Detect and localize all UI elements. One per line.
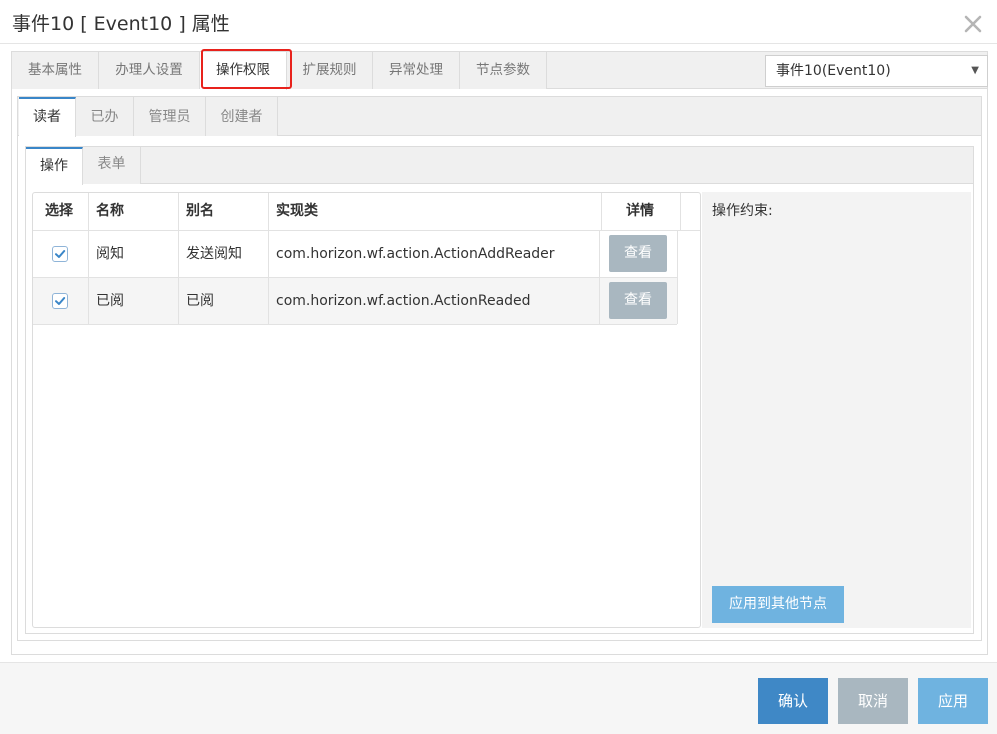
apply-button[interactable]: 应用 — [918, 678, 988, 724]
constraint-label: 操作约束: — [712, 203, 773, 219]
tab-forms[interactable]: 表单 — [83, 147, 141, 184]
row-name: 阅知 — [96, 246, 124, 262]
node-select-value: 事件10(Event10) — [776, 63, 891, 79]
row-divider — [33, 277, 677, 278]
column-divider — [601, 193, 602, 230]
row-checkbox[interactable] — [52, 293, 68, 309]
tab-node-parameters[interactable]: 节点参数 — [460, 52, 547, 89]
cancel-button[interactable]: 取消 — [838, 678, 908, 724]
row-name: 已阅 — [96, 293, 124, 309]
tab-operation-permissions[interactable]: 操作权限 — [200, 52, 287, 90]
view-detail-button[interactable]: 查看 — [609, 235, 667, 272]
tab-admin[interactable]: 管理员 — [134, 97, 206, 136]
confirm-button[interactable]: 确认 — [758, 678, 828, 724]
tab-extension-rules[interactable]: 扩展规则 — [287, 52, 373, 89]
constraint-pane — [702, 192, 971, 628]
column-divider — [680, 193, 681, 230]
row-alias: 发送阅知 — [186, 246, 242, 262]
view-detail-button[interactable]: 查看 — [609, 282, 667, 319]
tab-reader[interactable]: 读者 — [19, 97, 76, 137]
header-alias: 别名 — [186, 203, 214, 219]
row-class: com.horizon.wf.action.ActionAddReader — [276, 246, 555, 262]
tab-creator[interactable]: 创建者 — [206, 97, 278, 136]
tab-done[interactable]: 已办 — [76, 97, 134, 136]
header-name: 名称 — [96, 203, 124, 219]
tab-operations[interactable]: 操作 — [26, 147, 83, 185]
header-select: 选择 — [45, 203, 73, 219]
row-alias: 已阅 — [186, 293, 214, 309]
row-class: com.horizon.wf.action.ActionReaded — [276, 293, 531, 309]
row-divider — [33, 324, 677, 325]
header-class: 实现类 — [276, 203, 318, 219]
section-tab-bar — [26, 147, 973, 184]
node-select[interactable]: 事件10(Event10) ▼ — [765, 55, 988, 87]
apply-to-other-nodes-button[interactable]: 应用到其他节点 — [712, 586, 844, 623]
tab-handler-settings[interactable]: 办理人设置 — [99, 52, 200, 89]
chevron-down-icon: ▼ — [971, 65, 979, 76]
column-divider — [677, 231, 678, 324]
row-checkbox[interactable] — [52, 246, 68, 262]
close-icon[interactable] — [963, 14, 983, 34]
tab-basic-properties[interactable]: 基本属性 — [12, 52, 99, 89]
tab-exception-handling[interactable]: 异常处理 — [373, 52, 460, 89]
title-divider — [0, 43, 997, 44]
header-detail: 详情 — [626, 203, 654, 219]
dialog-title: 事件10 [ Event10 ] 属性 — [12, 13, 230, 35]
